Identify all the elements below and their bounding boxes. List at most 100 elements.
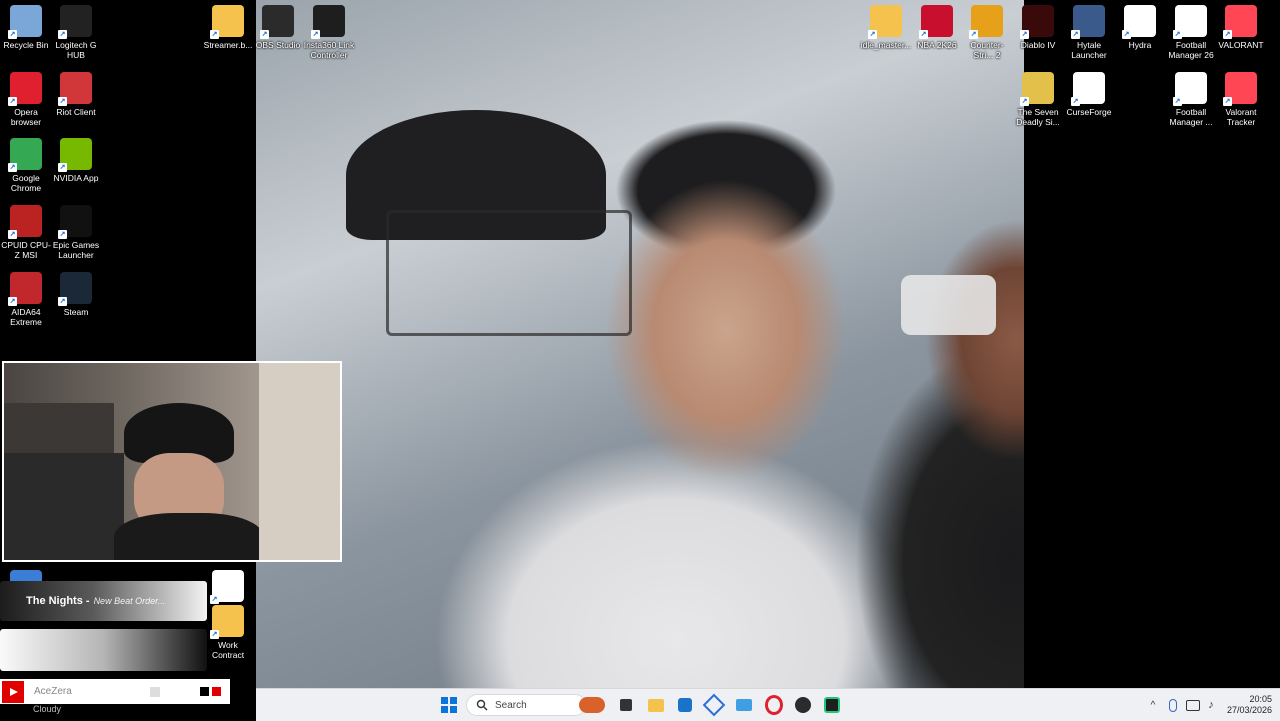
shortcut-arrow-icon: ↗ (868, 30, 877, 39)
start-button[interactable] (439, 695, 459, 715)
desktop-icon[interactable]: ↗ CurseForge (1063, 72, 1115, 117)
app-icon-blue[interactable] (702, 693, 726, 717)
desktop-icon[interactable]: ↗ NBA 2K26 (911, 5, 963, 50)
recycle-bin-icon: ↗ (8, 5, 42, 39)
desktop-icon-label: Valorant Tracker (1225, 107, 1257, 127)
opera-icon: ↗ (8, 72, 42, 106)
chevron-up-icon[interactable]: ^ (1143, 695, 1163, 715)
desktop-icon-label: NVIDIA App (53, 173, 99, 183)
shortcut-arrow-icon: ↗ (8, 230, 17, 239)
placeholder-icon (150, 686, 160, 697)
desktop-icon-label: The Seven Deadly Si... (1016, 107, 1060, 127)
desktop-icon[interactable]: ↗ Riot Client (50, 72, 102, 117)
desktop-icon[interactable]: ↗ Logitech G HUB (50, 5, 102, 60)
desktop-icon-label: Google Chrome (10, 173, 42, 193)
black-square-icon (200, 687, 209, 696)
desktop-icon[interactable]: ↗ Streamer.b... (202, 5, 254, 50)
seven-deadly-icon: ↗ (1020, 72, 1054, 106)
desktop-icon[interactable]: ↗ Work Contract (202, 605, 254, 660)
file-icon: ↗ (210, 570, 244, 604)
shortcut-arrow-icon: ↗ (58, 297, 67, 306)
photos-icon[interactable] (734, 695, 754, 715)
cs2-icon: ↗ (969, 5, 1003, 39)
desktop-icon-label: Riot Client (56, 107, 96, 117)
shortcut-arrow-icon: ↗ (58, 97, 67, 106)
desktop-icon[interactable]: ↗ NVIDIA App (50, 138, 102, 183)
network-icon[interactable] (1183, 695, 1203, 715)
desktop-icon[interactable]: ↗ Football Manager ... (1165, 72, 1217, 127)
shortcut-arrow-icon: ↗ (260, 30, 269, 39)
clock-time: 20:05 (1249, 694, 1272, 704)
desktop-icon-label: Work Contract (211, 640, 245, 660)
task-view-icon[interactable] (616, 695, 636, 715)
desktop-icon-label: Counter-Stri... 2 (970, 40, 1004, 60)
shortcut-arrow-icon: ↗ (58, 163, 67, 172)
desktop-icon[interactable]: ↗ AIDA64 Extreme (0, 272, 52, 327)
store-icon[interactable] (675, 695, 695, 715)
desktop-icon[interactable]: ↗ Epic Games Launcher (50, 205, 102, 260)
microphone-icon[interactable] (1163, 695, 1183, 715)
shortcut-arrow-icon: ↗ (58, 230, 67, 239)
shortcut-arrow-icon: ↗ (1223, 30, 1232, 39)
steam-icon: ↗ (58, 272, 92, 306)
taskbar-widget-icon[interactable] (578, 695, 606, 715)
desktop-icon[interactable]: ↗ Steam (50, 272, 102, 317)
desktop-icon[interactable]: ↗ Hytale Launcher (1063, 5, 1115, 60)
volume-icon[interactable]: ♪ (1201, 695, 1221, 715)
desktop-icon[interactable]: ↗ Google Chrome (0, 138, 52, 193)
desktop-icon[interactable]: ↗ The Seven Deadly Si... (1012, 72, 1064, 127)
now-playing-widget: The Nights - New Beat Order... (0, 581, 207, 621)
shortcut-arrow-icon: ↗ (8, 97, 17, 106)
desktop-icon-label: Recycle Bin (3, 40, 49, 50)
desktop-icon-label: Streamer.b... (203, 40, 253, 50)
desktop-icon[interactable]: ↗ VALORANT (1215, 5, 1267, 50)
valorant-tracker-icon: ↗ (1223, 72, 1257, 106)
nba2k-icon: ↗ (919, 5, 953, 39)
stream-bar: AceZera (0, 679, 230, 704)
obs-taskbar-icon[interactable] (793, 695, 813, 715)
desktop-icon[interactable]: ↗ Hydra (1114, 5, 1166, 50)
riot-icon: ↗ (58, 72, 92, 106)
desktop-icon[interactable]: ↗ Valorant Tracker (1215, 72, 1267, 127)
desktop-icon-label: Hydra (1128, 40, 1152, 50)
desktop-icon[interactable]: ↗ Counter-Stri... 2 (961, 5, 1013, 60)
aida64-icon: ↗ (8, 272, 42, 306)
shortcut-arrow-icon: ↗ (210, 630, 219, 639)
shortcut-arrow-icon: ↗ (1122, 30, 1131, 39)
desktop-icon[interactable]: ↗ Diablo IV (1012, 5, 1064, 50)
taskbar-clock[interactable]: 20:05 27/03/2026 (1227, 694, 1272, 716)
insta360-taskbar-icon[interactable] (822, 695, 842, 715)
weather-label: Cloudy (33, 704, 62, 714)
shortcut-arrow-icon: ↗ (58, 30, 67, 39)
desktop-icon-label: Opera browser (10, 107, 42, 127)
taskbar-search[interactable]: Search (466, 694, 586, 716)
football-manager-icon: ↗ (1173, 72, 1207, 106)
desktop-icon-label: Steam (63, 307, 89, 317)
desktop-icon-label: Logitech G HUB (55, 40, 97, 60)
opera-taskbar-icon[interactable] (764, 695, 784, 715)
desktop-icon[interactable]: ↗ CPUID CPU-Z MSI (0, 205, 52, 260)
desktop-icon-label: Football Manager 26 (1168, 40, 1214, 60)
shortcut-arrow-icon: ↗ (1071, 30, 1080, 39)
valorant-icon: ↗ (1223, 5, 1257, 39)
desktop-icon[interactable]: ↗ Recycle Bin (0, 5, 52, 50)
desktop-icon[interactable]: ↗ Insta360 Link Controller (303, 5, 355, 60)
diablo-icon: ↗ (1020, 5, 1054, 39)
shortcut-arrow-icon: ↗ (969, 30, 978, 39)
desktop-icon-label: idle_master... (860, 40, 912, 50)
desktop-icon[interactable]: ↗ Football Manager 26 (1165, 5, 1217, 60)
hydra-icon: ↗ (1122, 5, 1156, 39)
shortcut-arrow-icon: ↗ (210, 595, 219, 604)
obs-icon: ↗ (260, 5, 294, 39)
desktop-icon[interactable]: ↗ OBS Studio (252, 5, 304, 50)
file-explorer-icon[interactable] (646, 695, 666, 715)
cpuz-icon: ↗ (8, 205, 42, 239)
chrome-icon: ↗ (8, 138, 42, 172)
shortcut-arrow-icon: ↗ (1223, 97, 1232, 106)
folder-icon: ↗ (210, 605, 244, 639)
desktop-icon-label: Hytale Launcher (1071, 40, 1107, 60)
desktop-icon[interactable]: ↗ idle_master... (860, 5, 912, 50)
folder-icon: ↗ (868, 5, 902, 39)
track-artist: New Beat Order... (93, 596, 166, 606)
desktop-icon[interactable]: ↗ Opera browser (0, 72, 52, 127)
